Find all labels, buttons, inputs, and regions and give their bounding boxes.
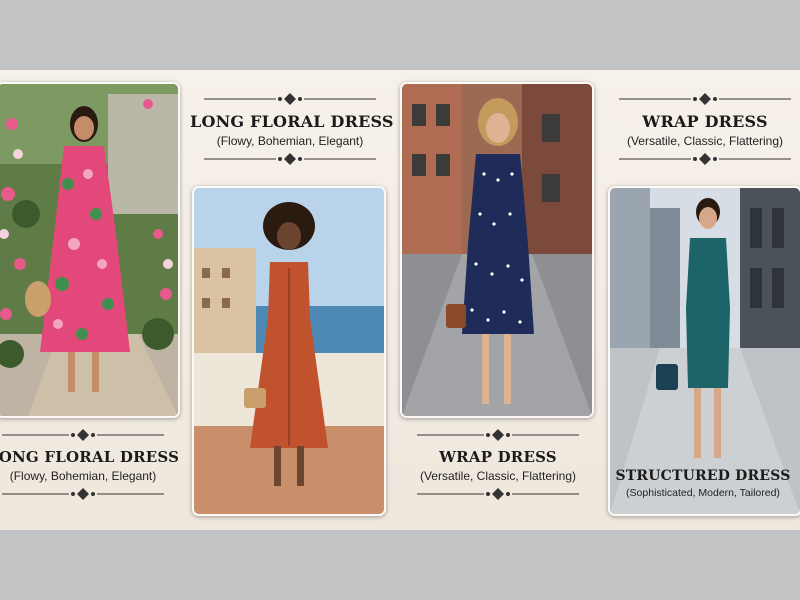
label-subtitle: (Sophisticated, Modern, Tailored) [626, 487, 780, 499]
label-title: WRAP DRESS [642, 112, 768, 131]
label-subtitle: (Flowy, Bohemian, Elegant) [216, 134, 364, 148]
flourish-divider-icon [619, 153, 791, 165]
label-subtitle: (Versatile, Classic, Flattering) [419, 469, 577, 483]
polka-dot-wrap-dress-street-photo [400, 82, 594, 418]
flourish-divider-icon [417, 488, 579, 500]
flourish-divider-icon [204, 93, 376, 105]
floral-dress-garden-photo [0, 82, 180, 418]
label-subtitle: (Flowy, Bohemian, Elegant) [9, 469, 157, 483]
flourish-divider-icon [2, 429, 164, 441]
label-wrap-dress-top: WRAP DRESS (Versatile, Classic, Flatteri… [605, 92, 800, 166]
flourish-divider-icon [2, 488, 164, 500]
label-title: LONG FLORAL DRESS [190, 112, 394, 131]
flourish-divider-icon [417, 429, 579, 441]
label-wrap-dress-bottom: WRAP DRESS (Versatile, Classic, Flatteri… [398, 428, 598, 501]
flourish-divider-icon [204, 153, 376, 165]
label-structured-dress: STRUCTURED DRESS (Sophisticated, Modern,… [610, 468, 796, 499]
flourish-divider-icon [619, 93, 791, 105]
button-sundress-seaside-photo [192, 186, 386, 516]
label-title: WRAP DRESS [439, 448, 557, 466]
label-subtitle: (Versatile, Classic, Flattering) [626, 134, 784, 148]
teal-sheath-dress-city-photo [608, 186, 800, 516]
label-long-floral-dress-bottom: LONG FLORAL DRESS (Flowy, Bohemian, Eleg… [0, 428, 180, 501]
label-title: STRUCTURED DRESS [615, 468, 791, 484]
label-long-floral-dress-top: LONG FLORAL DRESS (Flowy, Bohemian, Eleg… [190, 92, 394, 166]
label-title: LONG FLORAL DRESS [0, 448, 180, 466]
